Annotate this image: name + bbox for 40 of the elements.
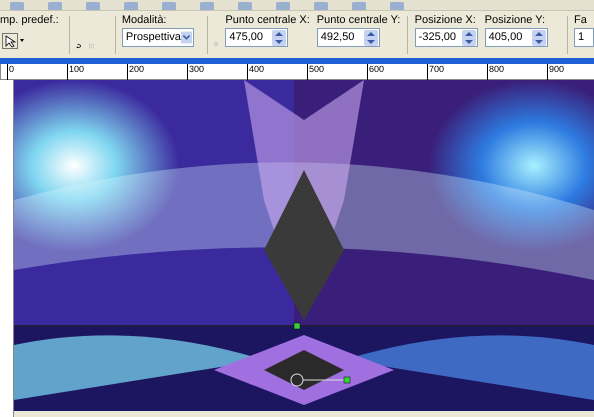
toolbar-icon[interactable] bbox=[390, 2, 404, 10]
toolbar-icon[interactable] bbox=[124, 2, 138, 10]
field-label: Punto centrale X: bbox=[225, 14, 310, 27]
toolbar-icon[interactable] bbox=[314, 2, 328, 10]
preset-label: mp. predef.: bbox=[0, 14, 60, 27]
selection-arrow-icon[interactable] bbox=[2, 33, 26, 49]
mode-dropdown[interactable]: Prospettiva bbox=[122, 28, 194, 47]
toolbar-icon[interactable] bbox=[276, 2, 290, 10]
field-label: Posizione Y: bbox=[484, 14, 546, 27]
field-label: Punto centrale Y: bbox=[316, 14, 400, 27]
toolbar-icon[interactable] bbox=[48, 2, 62, 10]
spin-buttons[interactable] bbox=[532, 30, 546, 46]
ruler-label: 600 bbox=[368, 64, 384, 76]
toolbar-icon[interactable] bbox=[162, 2, 176, 10]
spin-buttons[interactable] bbox=[272, 30, 286, 46]
number-field[interactable]: 492,50 bbox=[316, 28, 380, 47]
spin-buttons[interactable] bbox=[462, 30, 476, 46]
spin-buttons[interactable] bbox=[364, 30, 378, 46]
ruler-label: 100 bbox=[68, 64, 84, 76]
ruler-label: 0 bbox=[8, 64, 14, 76]
number-field[interactable]: 405,00 bbox=[484, 28, 548, 47]
ruler-label: 200 bbox=[128, 64, 144, 76]
toolbar-icon[interactable] bbox=[238, 2, 252, 10]
field-label: Fa bbox=[574, 14, 588, 27]
field-label: Posizione X: bbox=[414, 14, 477, 27]
toolbar-icon[interactable] bbox=[10, 2, 24, 10]
ruler-label: 800 bbox=[488, 64, 504, 76]
ruler-label: 900 bbox=[548, 64, 564, 76]
ruler-label: 400 bbox=[248, 64, 264, 76]
ruler-label: 300 bbox=[188, 64, 204, 76]
number-field[interactable]: -325,00 bbox=[414, 28, 478, 47]
ruler-label: 700 bbox=[428, 64, 444, 76]
toolbar-icon[interactable] bbox=[200, 2, 214, 10]
mode-label: Modalità: bbox=[122, 14, 168, 27]
toolbar-icon[interactable] bbox=[86, 2, 100, 10]
number-field[interactable]: 1 bbox=[574, 28, 594, 47]
toolbar-icon[interactable] bbox=[352, 2, 366, 10]
number-field[interactable]: 475,00 bbox=[225, 28, 288, 47]
caret-icon bbox=[180, 30, 192, 45]
ruler-label: 500 bbox=[308, 64, 324, 76]
